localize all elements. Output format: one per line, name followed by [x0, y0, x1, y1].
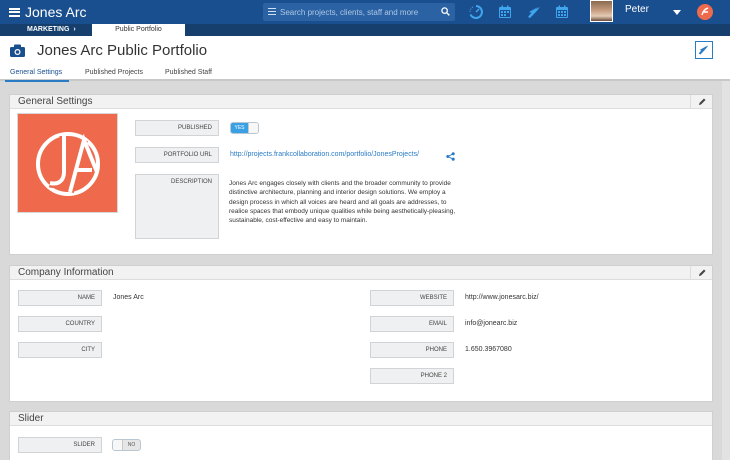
toggle-on-label: YES	[231, 123, 248, 133]
city-label: CITY	[18, 342, 102, 358]
menu-icon[interactable]	[9, 7, 20, 17]
panel-title: General Settings	[18, 96, 93, 107]
avatar[interactable]	[590, 0, 613, 22]
description-label: DESCRIPTION	[135, 174, 219, 239]
search-menu-icon[interactable]	[268, 8, 276, 15]
email-label: EMAIL	[370, 316, 454, 332]
tab-published-staff[interactable]: Published Staff	[165, 69, 212, 76]
toggle-knob	[248, 123, 258, 133]
camera-icon	[10, 44, 25, 57]
website-value[interactable]: http://www.jonesarc.biz/	[465, 294, 539, 301]
brand-menu[interactable]: Jones Arc	[0, 0, 86, 24]
tab-general-settings[interactable]: General Settings	[10, 69, 62, 76]
tab-published-projects[interactable]: Published Projects	[85, 69, 143, 76]
company-information-panel: Company Information NAME Jones Arc COUNT…	[9, 265, 713, 402]
send-icon[interactable]	[526, 4, 542, 20]
panel-title: Company Information	[18, 267, 114, 278]
edit-button[interactable]	[690, 266, 712, 279]
country-label: COUNTRY	[18, 316, 102, 332]
breadcrumb-section-label: MARKETING	[27, 26, 70, 33]
pencil-icon	[699, 269, 706, 276]
description-text: Jones Arc engages closely with clients a…	[229, 180, 456, 225]
slider-panel: Slider SLIDER NO	[9, 411, 713, 460]
calendar-icon[interactable]	[497, 4, 513, 20]
toggle-knob	[113, 440, 123, 450]
portfolio-url-link[interactable]: http://projects.frankcollaboration.com/p…	[230, 151, 419, 158]
phone-value: 1.650.3967080	[465, 346, 512, 353]
top-navigation-bar: Jones Arc Peter	[0, 0, 730, 24]
dashboard-gauge-icon[interactable]	[468, 4, 484, 20]
panel-header: Slider	[10, 412, 712, 426]
slider-label: SLIDER	[18, 437, 102, 453]
launch-portfolio-button[interactable]	[695, 41, 713, 59]
search-input[interactable]	[280, 3, 430, 21]
send-icon	[698, 45, 709, 55]
website-label: WEBSITE	[370, 290, 454, 306]
breadcrumb-current[interactable]: Public Portfolio	[92, 24, 185, 36]
active-tab-indicator	[5, 80, 69, 82]
user-name[interactable]: Peter	[625, 4, 649, 15]
slider-toggle[interactable]: NO	[112, 439, 141, 451]
name-label: NAME	[18, 290, 102, 306]
calendar-icon[interactable]	[554, 4, 570, 20]
published-label: PUBLISHED	[135, 120, 219, 136]
breadcrumb-marketing[interactable]: MARKETING ›	[0, 24, 92, 36]
published-toggle[interactable]: YES	[230, 122, 259, 134]
jones-arc-logo	[36, 132, 100, 196]
search-icon[interactable]	[441, 7, 450, 16]
email-value[interactable]: info@jonearc.biz	[465, 320, 517, 327]
global-search[interactable]	[263, 3, 455, 21]
company-name-value: Jones Arc	[113, 294, 144, 301]
frank-logo-icon[interactable]	[697, 4, 713, 20]
portfolio-url-label: PORTFOLIO URL	[135, 147, 219, 163]
pencil-icon	[699, 98, 706, 105]
breadcrumb: MARKETING › Public Portfolio	[0, 24, 730, 36]
page-header: Jones Arc Public Portfolio General Setti…	[0, 36, 730, 82]
panel-title: Slider	[18, 413, 44, 424]
edit-button[interactable]	[690, 95, 712, 108]
page-title: Jones Arc Public Portfolio	[37, 42, 208, 59]
chevron-down-icon[interactable]	[673, 10, 681, 15]
page-scrollbar[interactable]	[722, 81, 730, 460]
share-icon[interactable]	[446, 152, 455, 161]
brand-name: Jones Arc	[25, 4, 87, 20]
portfolio-logo[interactable]	[17, 113, 118, 213]
phone2-label: PHONE 2	[370, 368, 454, 384]
panel-header: Company Information	[10, 266, 712, 280]
panel-header: General Settings	[10, 95, 712, 109]
chevron-right-icon: ›	[73, 26, 76, 33]
general-settings-panel: General Settings PUBLISHED YES PORTFOLIO…	[9, 94, 713, 255]
phone-label: PHONE	[370, 342, 454, 358]
toggle-off-label: NO	[127, 442, 136, 448]
